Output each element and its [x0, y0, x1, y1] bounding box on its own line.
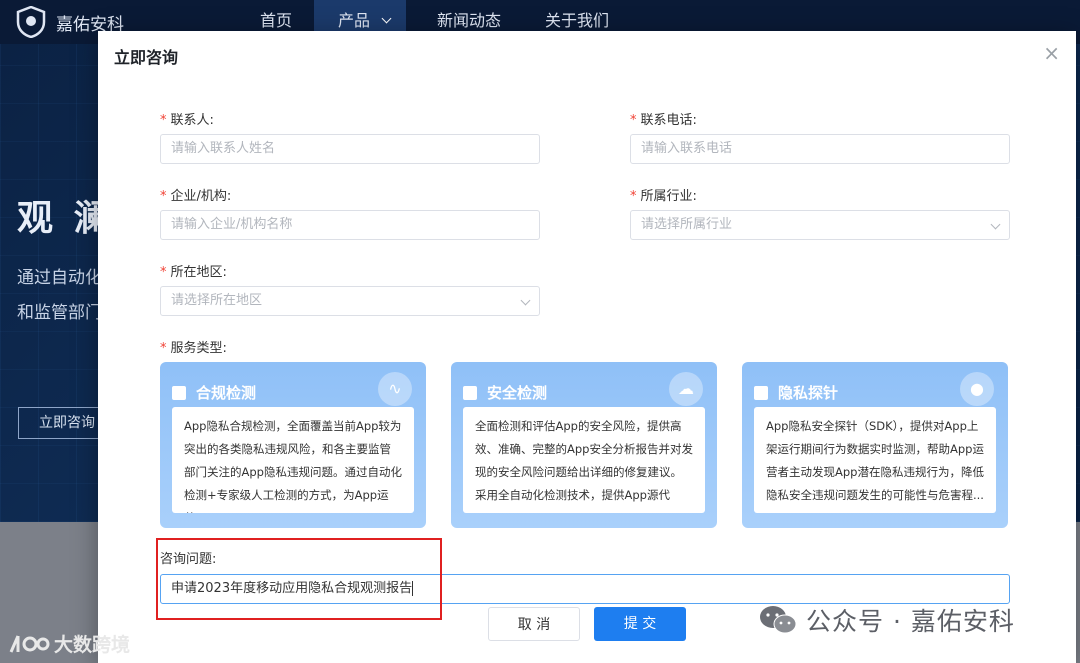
service-type-label: * 服务类型:: [160, 337, 227, 356]
nav-products-label: 产品: [338, 11, 371, 30]
contact-label-text: 联系人:: [170, 113, 214, 128]
close-icon[interactable]: ×: [1043, 43, 1060, 63]
industry-label: * 所属行业:: [630, 185, 697, 204]
pulse-icon: ∿: [378, 372, 412, 406]
card-title: 安全检测: [487, 384, 548, 402]
required-mark: *: [160, 341, 167, 356]
company-label-text: 企业/机构:: [170, 189, 232, 204]
company-label: * 企业/机构:: [160, 185, 231, 204]
service-card-compliance[interactable]: 合规检测 ∿ App隐私合规检测，全面覆盖当前App较为突出的各类隐私违规风险，…: [160, 362, 426, 528]
region-placeholder: 请选择所在地区: [171, 293, 263, 308]
wechat-watermark: 公众号 · 嘉佑安科: [758, 602, 1015, 638]
required-mark: *: [630, 113, 637, 128]
phone-label: * 联系电话:: [630, 109, 697, 128]
lock-icon: ●: [960, 372, 994, 406]
service-type-label-text: 服务类型:: [170, 341, 227, 356]
phone-label-text: 联系电话:: [640, 113, 697, 128]
required-mark: *: [160, 189, 167, 204]
cancel-button[interactable]: 取 消: [488, 607, 580, 641]
service-card-privacy-probe[interactable]: 隐私探针 ● App隐私安全探针（SDK），提供对App上架运行期间行为数据实时…: [742, 362, 1008, 528]
chevron-down-icon: [520, 295, 531, 306]
industry-placeholder: 请选择所属行业: [641, 217, 733, 232]
card-header: 安全检测: [463, 382, 547, 403]
corner-watermark-text: 大数跨境: [54, 634, 131, 656]
contact-input[interactable]: 请输入联系人姓名: [160, 134, 540, 164]
card-description: App隐私合规检测，全面覆盖当前App较为突出的各类隐私违规风险，和各主要监管部…: [172, 407, 414, 513]
industry-select[interactable]: 请选择所属行业: [630, 210, 1010, 240]
required-mark: *: [630, 189, 637, 204]
phone-placeholder: 请输入联系电话: [641, 141, 733, 156]
card-header: 合规检测: [172, 382, 256, 403]
wechat-icon: [760, 606, 797, 634]
region-select[interactable]: 请选择所在地区: [160, 286, 540, 316]
industry-label-text: 所属行业:: [640, 189, 697, 204]
chevron-down-icon: [381, 13, 392, 24]
service-checkbox[interactable]: [754, 385, 768, 400]
region-label-text: 所在地区:: [170, 265, 227, 280]
chevron-down-icon: [990, 219, 1001, 230]
required-mark: *: [160, 113, 167, 128]
hero-line-1: 通过自动化: [17, 268, 102, 288]
service-card-security[interactable]: 安全检测 ☁ 全面检测和评估App的安全风险，提供高效、准确、完整的App安全分…: [451, 362, 717, 528]
watermark-text: 公众号 · 嘉佑安科: [806, 607, 1015, 636]
hero-line-2: 和监管部门: [17, 303, 102, 323]
company-input[interactable]: 请输入企业/机构名称: [160, 210, 540, 240]
contact-placeholder: 请输入联系人姓名: [171, 141, 276, 156]
card-title: 合规检测: [196, 384, 257, 402]
region-label: * 所在地区:: [160, 261, 227, 280]
shield-cloud-icon: ☁: [669, 372, 703, 406]
card-description: App隐私安全探针（SDK），提供对App上架运行期间行为数据实时监测，帮助Ap…: [754, 407, 996, 513]
corner-watermark: 大数跨境: [8, 630, 130, 657]
consult-dialog: 立即咨询 × * 联系人: 请输入联系人姓名 * 联系电话: 请输入联系电话 * 企业…: [98, 31, 1076, 663]
card-header: 隐私探针: [754, 382, 838, 403]
service-checkbox[interactable]: [463, 385, 477, 400]
logo-mark-icon: [9, 634, 50, 653]
company-placeholder: 请输入企业/机构名称: [171, 217, 293, 232]
service-checkbox[interactable]: [172, 385, 186, 400]
contact-label: * 联系人:: [160, 109, 214, 128]
card-title: 隐私探针: [778, 384, 839, 402]
card-description: 全面检测和评估App的安全风险，提供高效、准确、完整的App安全分析报告并对发现…: [463, 407, 705, 513]
shield-logo-icon: [16, 6, 46, 38]
dialog-title: 立即咨询: [114, 48, 179, 67]
phone-input[interactable]: 请输入联系电话: [630, 134, 1010, 164]
highlight-box: [156, 538, 442, 620]
submit-button[interactable]: 提 交: [594, 607, 686, 641]
required-mark: *: [160, 265, 167, 280]
